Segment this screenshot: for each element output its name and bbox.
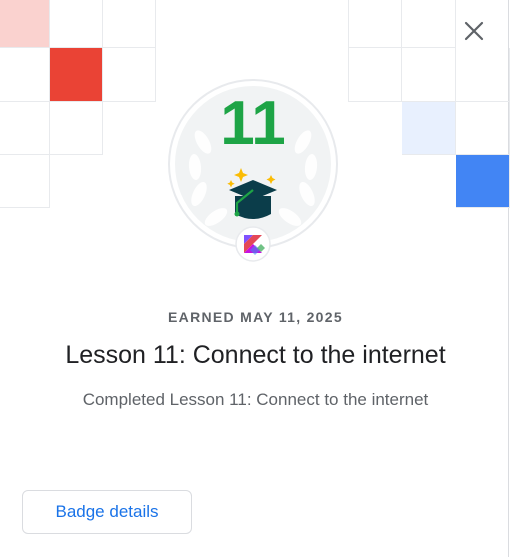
badge-dialog: 11 EARNED MAY 11, 2025 Lesson 11: Connec…	[0, 0, 510, 557]
kotlin-logo-icon	[235, 226, 271, 262]
close-icon	[464, 21, 484, 41]
close-button[interactable]	[459, 16, 489, 46]
earned-date: EARNED MAY 11, 2025	[168, 309, 343, 325]
badge-description: Completed Lesson 11: Connect to the inte…	[82, 390, 429, 409]
badge-title: Lesson 11: Connect to the internet	[65, 341, 446, 369]
badge-details-button[interactable]: Badge details	[22, 490, 192, 534]
decorative-grid-left	[0, 0, 160, 210]
achievement-badge: 11	[161, 72, 345, 262]
badge-number: 11	[220, 89, 286, 158]
